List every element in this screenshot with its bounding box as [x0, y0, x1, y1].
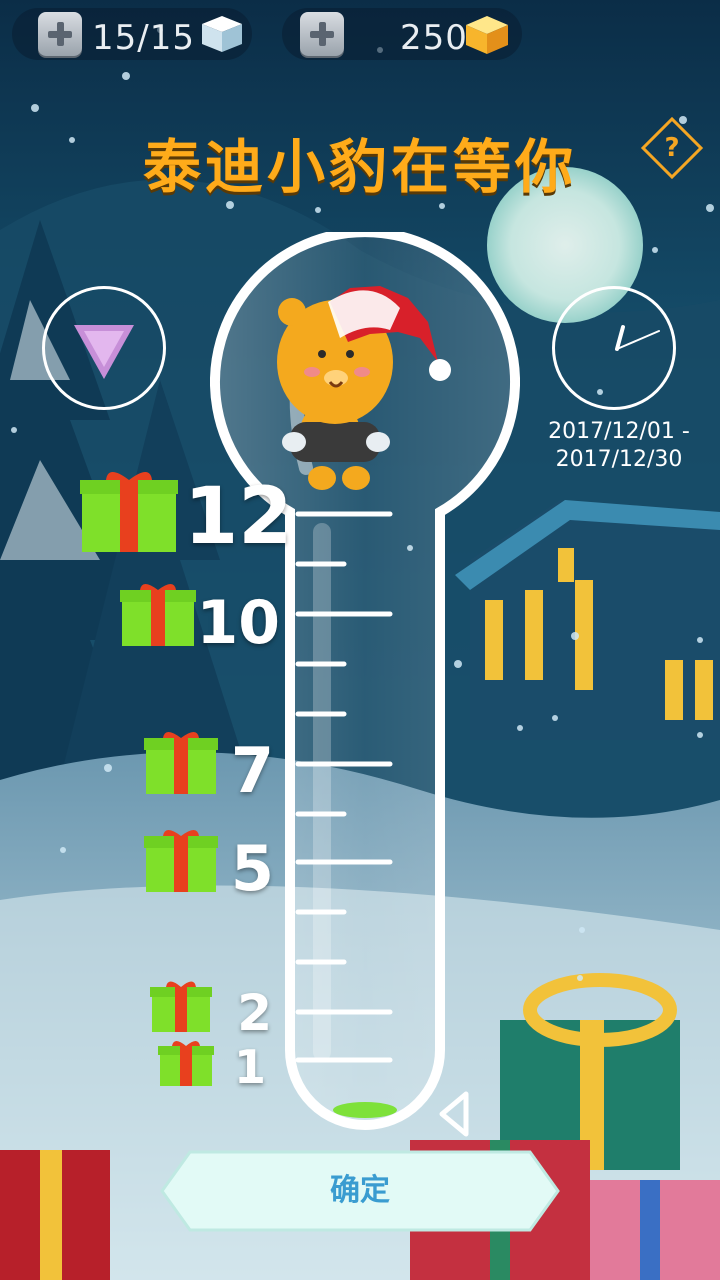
gold-cube-icon [466, 16, 508, 54]
event-timer [552, 286, 676, 410]
add-energy-button[interactable] [38, 12, 82, 56]
gift-box-5 [144, 830, 218, 892]
ice-cube-icon [202, 16, 242, 52]
milestone-label-10: 10 [196, 588, 281, 658]
coin-count: 250 [400, 18, 468, 58]
gift-box-10 [120, 584, 196, 646]
energy-count: 15/15 [92, 18, 195, 58]
gift-box-2 [150, 981, 212, 1032]
gift-box-1 [158, 1041, 214, 1086]
gift-box-12 [80, 472, 178, 552]
back-arrow-icon[interactable] [436, 1090, 476, 1138]
event-date-start: 2017/12/01 - [548, 419, 690, 444]
confirm-button-label[interactable]: 确定 [160, 1150, 560, 1232]
clock-icon [615, 325, 660, 351]
milestone-label-5: 5 [230, 832, 274, 905]
gift-box-7 [144, 732, 218, 794]
event-date-end: 2017/12/30 [555, 447, 683, 472]
energy-bar: 15/15 [12, 8, 252, 60]
milestone-label-2: 2 [237, 984, 272, 1042]
milestone-label-1: 1 [233, 1040, 266, 1094]
purple-triangle-icon [74, 325, 134, 379]
help-question-mark[interactable]: ? [650, 126, 694, 170]
event-date-range: 2017/12/01 - 2017/12/30 [525, 418, 713, 474]
rank-badge[interactable] [42, 286, 166, 410]
milestone-label-12: 12 [184, 472, 293, 562]
milestone-label-7: 7 [230, 734, 274, 807]
add-coins-button[interactable] [300, 12, 344, 56]
coins-bar: 250 [282, 8, 522, 60]
page-title: 泰迪小豹在等你 [142, 133, 577, 201]
teddy-leopard-mascot [277, 286, 451, 490]
